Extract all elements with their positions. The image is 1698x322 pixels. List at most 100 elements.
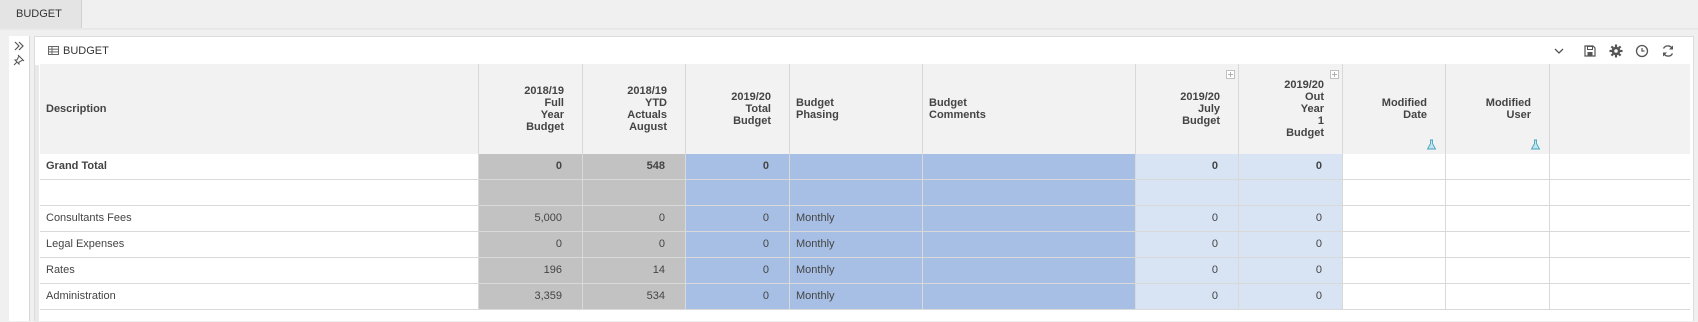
col-header-modified-user-label: Modified User <box>1485 97 1531 121</box>
cell-modified-user[interactable] <box>1446 206 1550 232</box>
cell-full-year-budget[interactable]: 5,000 <box>479 206 583 232</box>
cell-out-year-budget[interactable] <box>1239 180 1343 206</box>
cell-total-budget[interactable]: 0 <box>686 284 790 310</box>
pin-icon[interactable] <box>13 54 25 66</box>
cell-out-year-budget[interactable]: 0 <box>1239 284 1343 310</box>
cell-full-year-budget[interactable]: 0 <box>479 232 583 258</box>
cell-modified-user[interactable] <box>1446 258 1550 284</box>
cell-july-budget[interactable]: 0 <box>1136 206 1239 232</box>
col-header-budget-comments[interactable]: Budget Comments <box>923 64 1136 154</box>
col-header-budget-phasing[interactable]: Budget Phasing <box>790 64 923 154</box>
col-header-budget-phasing-label: Budget Phasing <box>796 97 839 121</box>
cell-ytd-actuals[interactable] <box>583 180 686 206</box>
expand-icon[interactable] <box>13 40 25 52</box>
clock-icon[interactable] <box>1634 43 1650 59</box>
cell-modified-user[interactable] <box>1446 284 1550 310</box>
grid-icon <box>48 46 59 55</box>
cell-total-budget[interactable]: 0 <box>686 206 790 232</box>
side-rail <box>9 36 30 321</box>
cell-budget-phasing[interactable] <box>790 154 923 180</box>
col-header-modified-user[interactable]: Modified User <box>1446 64 1550 154</box>
cell-total-budget[interactable]: 0 <box>686 154 790 180</box>
cell-ytd-actuals[interactable]: 0 <box>583 232 686 258</box>
col-header-out-year-budget-label: 2019/20 Out Year 1 Budget <box>1284 79 1324 139</box>
panel-header: BUDGET <box>35 37 1693 65</box>
cell-description[interactable]: Administration <box>40 284 479 310</box>
cell-modified-date[interactable] <box>1343 180 1446 206</box>
cell-modified-date[interactable] <box>1343 206 1446 232</box>
cell-budget-comments[interactable] <box>923 258 1136 284</box>
col-header-out-year-budget[interactable]: 2019/20 Out Year 1 Budget <box>1239 64 1343 154</box>
cell-ytd-actuals[interactable]: 0 <box>583 206 686 232</box>
col-header-ytd-actuals[interactable]: 2018/19 YTD Actuals August <box>583 64 686 154</box>
cell-july-budget[interactable]: 0 <box>1136 258 1239 284</box>
tab-divider <box>0 28 1698 30</box>
cell-filler <box>1550 206 1690 232</box>
cell-modified-date[interactable] <box>1343 284 1446 310</box>
cell-total-budget[interactable]: 0 <box>686 232 790 258</box>
cell-description[interactable]: Rates <box>40 258 479 284</box>
col-header-description-label: Description <box>46 103 107 115</box>
expand-column-icon[interactable] <box>1330 70 1339 79</box>
cell-budget-phasing[interactable]: Monthly <box>790 284 923 310</box>
cell-budget-phasing[interactable]: Monthly <box>790 258 923 284</box>
cell-modified-date[interactable] <box>1343 154 1446 180</box>
cell-full-year-budget[interactable]: 3,359 <box>479 284 583 310</box>
cell-description[interactable]: Grand Total <box>40 154 479 180</box>
flask-icon[interactable] <box>1530 139 1541 150</box>
cell-ytd-actuals[interactable]: 534 <box>583 284 686 310</box>
cell-out-year-budget[interactable]: 0 <box>1239 206 1343 232</box>
cell-modified-user[interactable] <box>1446 180 1550 206</box>
cell-full-year-budget[interactable]: 0 <box>479 154 583 180</box>
refresh-icon[interactable] <box>1660 43 1676 59</box>
gear-icon[interactable] <box>1608 43 1624 59</box>
cell-description[interactable]: Legal Expenses <box>40 232 479 258</box>
cell-total-budget[interactable] <box>686 180 790 206</box>
cell-budget-comments[interactable] <box>923 284 1136 310</box>
col-header-description[interactable]: Description <box>40 64 479 154</box>
cell-full-year-budget[interactable] <box>479 180 583 206</box>
col-header-july-budget[interactable]: 2019/20 July Budget <box>1136 64 1239 154</box>
cell-ytd-actuals[interactable]: 548 <box>583 154 686 180</box>
cell-july-budget[interactable]: 0 <box>1136 154 1239 180</box>
col-header-modified-date[interactable]: Modified Date <box>1343 64 1446 154</box>
cell-budget-comments[interactable] <box>923 206 1136 232</box>
expand-column-icon[interactable] <box>1226 70 1235 79</box>
cell-modified-user[interactable] <box>1446 232 1550 258</box>
cell-filler <box>1550 258 1690 284</box>
col-header-total-budget[interactable]: 2019/20 Total Budget <box>686 64 790 154</box>
cell-july-budget[interactable]: 0 <box>1136 232 1239 258</box>
cell-filler <box>1550 154 1690 180</box>
cell-budget-comments[interactable] <box>923 232 1136 258</box>
cell-budget-comments[interactable] <box>923 154 1136 180</box>
cell-out-year-budget[interactable]: 0 <box>1239 258 1343 284</box>
cell-out-year-budget[interactable]: 0 <box>1239 154 1343 180</box>
cell-july-budget[interactable]: 0 <box>1136 284 1239 310</box>
flask-icon[interactable] <box>1426 139 1437 150</box>
cell-description[interactable] <box>40 180 479 206</box>
cell-modified-user[interactable] <box>1446 154 1550 180</box>
tab-budget[interactable]: BUDGET <box>0 0 82 28</box>
chevron-down-icon[interactable] <box>1551 43 1567 59</box>
panel-left-strip <box>35 65 39 322</box>
cell-budget-phasing[interactable]: Monthly <box>790 206 923 232</box>
cell-description[interactable]: Consultants Fees <box>40 206 479 232</box>
cell-filler <box>1550 284 1690 310</box>
cell-out-year-budget[interactable]: 0 <box>1239 232 1343 258</box>
cell-filler <box>1550 232 1690 258</box>
tab-budget-label: BUDGET <box>16 8 62 20</box>
cell-ytd-actuals[interactable]: 14 <box>583 258 686 284</box>
tab-bar: BUDGET <box>0 0 1698 28</box>
cell-modified-date[interactable] <box>1343 258 1446 284</box>
cell-budget-phasing[interactable]: Monthly <box>790 232 923 258</box>
col-header-full-year-budget[interactable]: 2018/19 Full Year Budget <box>479 64 583 154</box>
panel-title: BUDGET <box>63 45 109 57</box>
cell-full-year-budget[interactable]: 196 <box>479 258 583 284</box>
cell-budget-comments[interactable] <box>923 180 1136 206</box>
cell-total-budget[interactable]: 0 <box>686 258 790 284</box>
cell-july-budget[interactable] <box>1136 180 1239 206</box>
col-header-ytd-actuals-label: 2018/19 YTD Actuals August <box>627 85 667 133</box>
save-icon[interactable] <box>1582 43 1598 59</box>
cell-budget-phasing[interactable] <box>790 180 923 206</box>
cell-modified-date[interactable] <box>1343 232 1446 258</box>
